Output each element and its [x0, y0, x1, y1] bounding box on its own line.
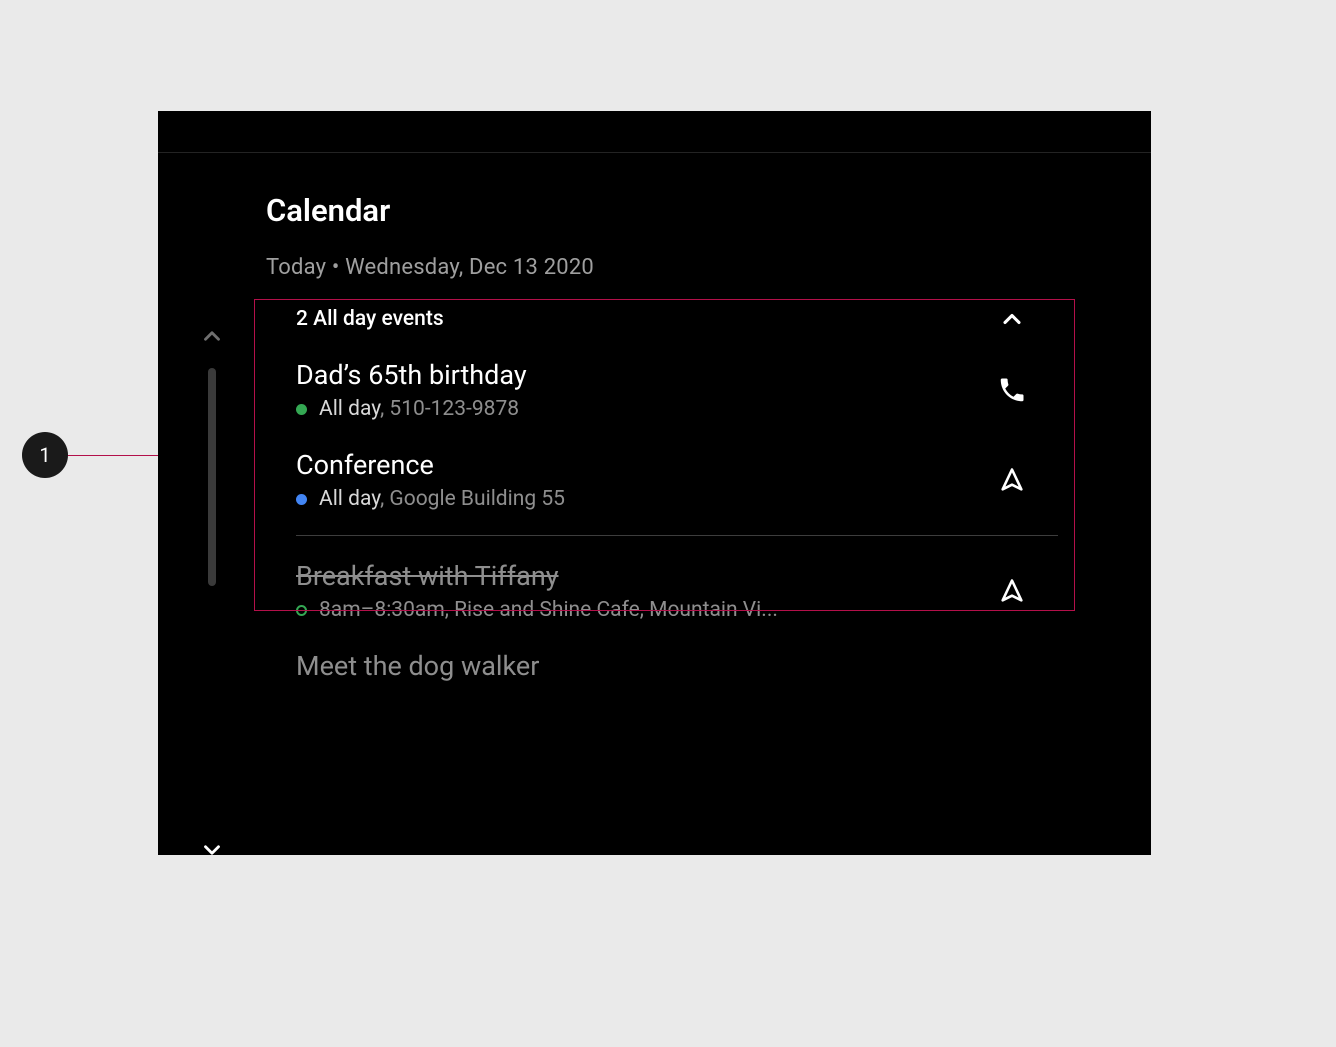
- navigate-icon[interactable]: [990, 466, 1034, 494]
- navigate-icon[interactable]: [990, 577, 1034, 605]
- calendar-dot-icon: [296, 494, 307, 505]
- event-location: 510-123-9878: [389, 397, 519, 421]
- event-time: All day: [319, 487, 380, 511]
- event-time: All day: [319, 397, 380, 421]
- app-title: Calendar: [266, 192, 1151, 229]
- date-subtitle: Today • Wednesday, Dec 13 2020: [266, 255, 1151, 280]
- allday-section-label: 2 All day events: [296, 307, 444, 331]
- event-row[interactable]: Breakfast with Tiffany 8am–8:30am, Rise …: [266, 536, 1058, 636]
- app-content: Calendar Today • Wednesday, Dec 13 2020 …: [158, 192, 1151, 702]
- calendar-dot-icon: [296, 605, 307, 616]
- event-title: Dad’s 65th birthday: [296, 359, 990, 391]
- annotation-badge: 1: [22, 432, 68, 478]
- chevron-up-icon: [990, 305, 1034, 333]
- event-title: Conference: [296, 449, 990, 481]
- event-row[interactable]: Dad’s 65th birthday All day, 510-123-987…: [266, 345, 1058, 435]
- allday-section-header[interactable]: 2 All day events: [266, 293, 1058, 345]
- scrollbar-thumb[interactable]: [208, 368, 216, 586]
- scroll-up-button[interactable]: [198, 322, 226, 350]
- event-time: 8am–8:30am: [319, 598, 445, 622]
- event-title: Breakfast with Tiffany: [296, 560, 990, 592]
- phone-icon[interactable]: [990, 375, 1034, 405]
- event-title: Meet the dog walker: [296, 650, 1034, 682]
- annotation-number: 1: [39, 443, 50, 467]
- status-bar: [158, 111, 1151, 153]
- calendar-dot-icon: [296, 404, 307, 415]
- scroll-down-button[interactable]: [198, 836, 226, 855]
- scroll-rail: [192, 322, 232, 855]
- event-location: Rise and Shine Cafe, Mountain Vi...: [454, 598, 778, 622]
- device-screen: Calendar Today • Wednesday, Dec 13 2020 …: [158, 111, 1151, 855]
- event-row[interactable]: Meet the dog walker: [266, 636, 1058, 702]
- event-row[interactable]: Conference All day, Google Building 55: [266, 435, 1058, 525]
- event-location: Google Building 55: [389, 487, 565, 511]
